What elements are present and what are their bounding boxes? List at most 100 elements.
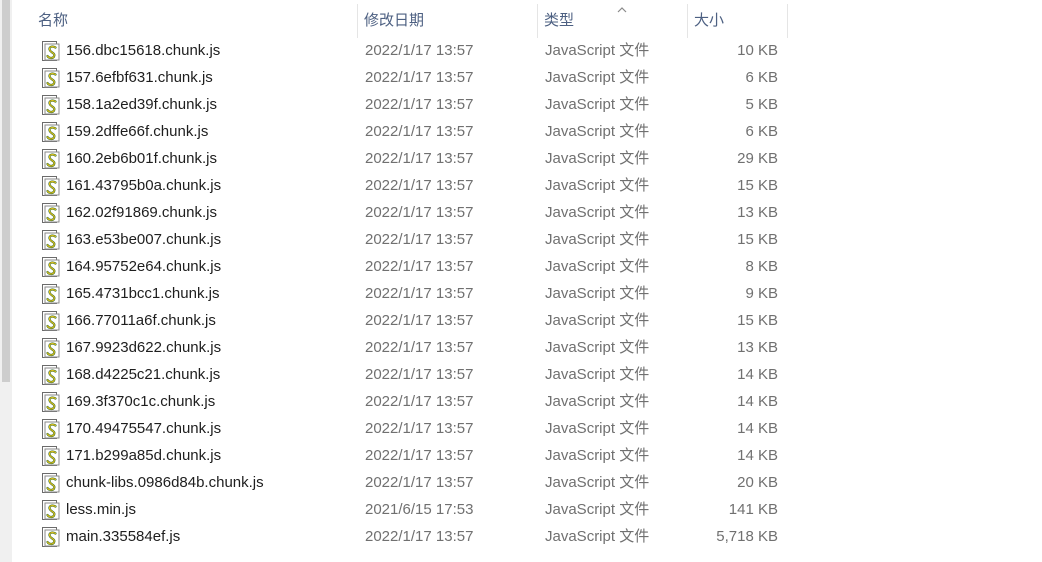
file-size: 5 KB bbox=[745, 96, 778, 113]
file-name: 160.2eb6b01f.chunk.js bbox=[66, 150, 217, 167]
file-row[interactable]: 164.95752e64.chunk.js 2022/1/17 13:57 Java… bbox=[12, 253, 788, 280]
file-size: 14 KB bbox=[737, 366, 778, 383]
file-name: 159.2dffe66f.chunk.js bbox=[66, 123, 209, 140]
file-name: less.min.js bbox=[66, 501, 137, 518]
file-modified-date: 2022/1/17 13:57 bbox=[365, 285, 474, 302]
file-name: 161.43795b0a.chunk.js bbox=[66, 177, 222, 194]
file-type: JavaScript 文件 bbox=[545, 123, 650, 140]
file-type: JavaScript 文件 bbox=[545, 258, 650, 275]
js-file-icon bbox=[42, 446, 60, 467]
file-name: 167.9923d622.chunk.js bbox=[66, 339, 222, 356]
file-row[interactable]: less.min.js 2021/6/15 17:53 JavaScript 文件 1… bbox=[12, 496, 788, 523]
file-size: 29 KB bbox=[737, 150, 778, 167]
file-name: main.335584ef.js bbox=[66, 528, 181, 545]
file-row[interactable]: 163.e53be007.chunk.js 2022/1/17 13:57 Java… bbox=[12, 226, 788, 253]
file-size: 8 KB bbox=[745, 258, 778, 275]
file-type: JavaScript 文件 bbox=[545, 231, 650, 248]
js-file-icon bbox=[42, 311, 60, 332]
sort-ascending-icon bbox=[617, 7, 627, 13]
file-type: JavaScript 文件 bbox=[545, 312, 650, 329]
vertical-scrollbar[interactable] bbox=[0, 0, 12, 562]
file-size: 6 KB bbox=[745, 69, 778, 86]
js-file-icon bbox=[42, 122, 60, 143]
file-size: 14 KB bbox=[737, 420, 778, 437]
file-row[interactable]: 167.9923d622.chunk.js 2022/1/17 13:57 Java… bbox=[12, 334, 788, 361]
file-row[interactable]: 171.b299a85d.chunk.js 2022/1/17 13:57 Java… bbox=[12, 442, 788, 469]
file-row[interactable]: 170.49475547.chunk.js 2022/1/17 13:57 Java… bbox=[12, 415, 788, 442]
file-type: JavaScript 文件 bbox=[545, 339, 650, 356]
column-header-size[interactable]: 大小 bbox=[692, 4, 788, 38]
file-modified-date: 2022/1/17 13:57 bbox=[365, 312, 474, 329]
file-size: 5,718 KB bbox=[716, 528, 778, 545]
js-file-icon bbox=[42, 230, 60, 251]
file-size: 141 KB bbox=[728, 501, 778, 518]
js-file-icon bbox=[42, 473, 60, 494]
file-modified-date: 2022/1/17 13:57 bbox=[365, 258, 474, 275]
js-file-icon bbox=[42, 41, 60, 62]
file-modified-date: 2022/1/17 13:57 bbox=[365, 69, 474, 86]
file-size: 10 KB bbox=[737, 42, 778, 59]
file-size: 14 KB bbox=[737, 447, 778, 464]
js-file-icon bbox=[42, 149, 60, 170]
file-modified-date: 2022/1/17 13:57 bbox=[365, 96, 474, 113]
file-name: 158.1a2ed39f.chunk.js bbox=[66, 96, 217, 113]
file-size: 9 KB bbox=[745, 285, 778, 302]
file-row[interactable]: 162.02f91869.chunk.js 2022/1/17 13:57 Java… bbox=[12, 199, 788, 226]
file-row[interactable]: 160.2eb6b01f.chunk.js 2022/1/17 13:57 Java… bbox=[12, 145, 788, 172]
file-type: JavaScript 文件 bbox=[545, 285, 650, 302]
file-name: 157.6efbf631.chunk.js bbox=[66, 69, 213, 86]
file-modified-date: 2022/1/17 13:57 bbox=[365, 528, 474, 545]
file-type: JavaScript 文件 bbox=[545, 42, 650, 59]
file-row[interactable]: 157.6efbf631.chunk.js 2022/1/17 13:57 Java… bbox=[12, 64, 788, 91]
file-row[interactable]: 156.dbc15618.chunk.js 2022/1/17 13:57 Java… bbox=[12, 37, 788, 64]
js-file-icon bbox=[42, 95, 60, 116]
file-name: chunk-libs.0986d84b.chunk.js bbox=[66, 474, 264, 491]
file-size: 15 KB bbox=[737, 312, 778, 329]
file-row[interactable]: 158.1a2ed39f.chunk.js 2022/1/17 13:57 Java… bbox=[12, 91, 788, 118]
js-file-icon bbox=[42, 68, 60, 89]
file-modified-date: 2022/1/17 13:57 bbox=[365, 150, 474, 167]
file-row[interactable]: main.335584ef.js 2022/1/17 13:57 JavaScrip… bbox=[12, 523, 788, 550]
file-size: 15 KB bbox=[737, 231, 778, 248]
column-header-type-label: 类型 bbox=[544, 12, 575, 29]
js-file-icon bbox=[42, 203, 60, 224]
file-type: JavaScript 文件 bbox=[545, 69, 650, 86]
scrollbar-thumb[interactable] bbox=[2, 0, 10, 382]
js-file-icon bbox=[42, 338, 60, 359]
file-row[interactable]: 169.3f370c1c.chunk.js 2022/1/17 13:57 Java… bbox=[12, 388, 788, 415]
file-size: 14 KB bbox=[737, 393, 778, 410]
file-row[interactable]: 159.2dffe66f.chunk.js 2022/1/17 13:57 Java… bbox=[12, 118, 788, 145]
column-header-type[interactable]: 类型 bbox=[542, 4, 688, 38]
file-row[interactable]: 166.77011a6f.chunk.js 2022/1/17 13:57 Java… bbox=[12, 307, 788, 334]
file-modified-date: 2022/1/17 13:57 bbox=[365, 123, 474, 140]
file-modified-date: 2022/1/17 13:57 bbox=[365, 420, 474, 437]
column-header-row: 名称 修改日期 类型 大小 bbox=[12, 4, 788, 38]
column-header-modified[interactable]: 修改日期 bbox=[362, 4, 538, 38]
file-type: JavaScript 文件 bbox=[545, 501, 650, 518]
file-row[interactable]: 165.4731bcc1.chunk.js 2022/1/17 13:57 Java… bbox=[12, 280, 788, 307]
file-modified-date: 2022/1/17 13:57 bbox=[365, 393, 474, 410]
file-type: JavaScript 文件 bbox=[545, 177, 650, 194]
file-type: JavaScript 文件 bbox=[545, 474, 650, 491]
file-type: JavaScript 文件 bbox=[545, 528, 650, 545]
file-type: JavaScript 文件 bbox=[545, 150, 650, 167]
js-file-icon bbox=[42, 176, 60, 197]
file-type: JavaScript 文件 bbox=[545, 96, 650, 113]
file-row[interactable]: 168.d4225c21.chunk.js 2022/1/17 13:57 Java… bbox=[12, 361, 788, 388]
file-row[interactable]: 161.43795b0a.chunk.js 2022/1/17 13:57 Java… bbox=[12, 172, 788, 199]
file-type: JavaScript 文件 bbox=[545, 447, 650, 464]
file-name: 168.d4225c21.chunk.js bbox=[66, 366, 221, 383]
file-name: 171.b299a85d.chunk.js bbox=[66, 447, 222, 464]
file-modified-date: 2022/1/17 13:57 bbox=[365, 42, 474, 59]
file-modified-date: 2022/1/17 13:57 bbox=[365, 204, 474, 221]
file-row[interactable]: chunk-libs.0986d84b.chunk.js 2022/1/17 13… bbox=[12, 469, 788, 496]
js-file-icon bbox=[42, 365, 60, 386]
column-header-size-label: 大小 bbox=[694, 12, 725, 29]
file-modified-date: 2022/1/17 13:57 bbox=[365, 447, 474, 464]
file-size: 13 KB bbox=[737, 204, 778, 221]
file-name: 162.02f91869.chunk.js bbox=[66, 204, 217, 221]
file-name: 170.49475547.chunk.js bbox=[66, 420, 222, 437]
file-modified-date: 2022/1/17 13:57 bbox=[365, 231, 474, 248]
column-header-name[interactable]: 名称 bbox=[36, 4, 358, 38]
file-modified-date: 2022/1/17 13:57 bbox=[365, 474, 474, 491]
